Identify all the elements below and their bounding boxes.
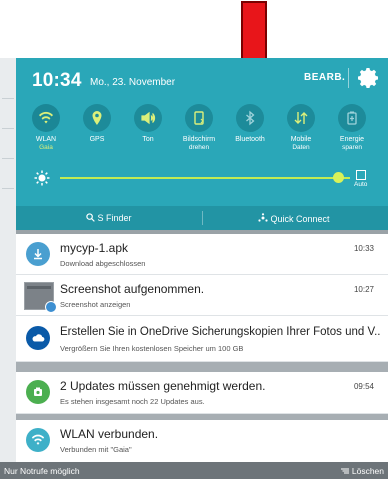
power-saving-icon [347,111,357,125]
background-app [0,58,16,462]
notification-title: WLAN verbunden. [60,427,159,441]
toggle-sublabel: sparen [342,144,362,151]
notification-subtitle: Screenshot anzeigen [60,300,131,309]
toggle-label: Energie [339,136,365,143]
clear-icon [341,468,350,474]
location-icon [92,111,102,125]
quick-connect-button[interactable]: Quick Connect [258,213,330,224]
notification-title: Screenshot aufgenommen. [60,282,205,296]
screenshot-thumbnail-icon [24,282,57,313]
toggle-sublabel: Daten [292,144,310,151]
notification-title: Erstellen Sie in OneDrive Sicherungskopi… [60,326,381,338]
rotate-icon [194,111,204,125]
quick-connect-label: Quick Connect [270,214,330,224]
toggle-label: WLAN [35,136,57,143]
toggle-sound[interactable]: Ton [122,104,174,144]
brightness-slider-handle[interactable] [333,172,345,183]
status-bar: Nur Notrufe möglich Löschen [0,462,388,479]
notification-panel: 10:34 Mo., 23. November BEARB. WLAN Gaia… [16,58,388,462]
clock: 10:34 [32,70,82,91]
finder-bar: S Finder Quick Connect [16,206,388,230]
notification-subtitle: Es stehen insgesamt noch 22 Updates aus. [60,397,205,406]
quick-connect-icon [258,213,268,222]
auto-brightness-checkbox[interactable] [356,170,366,180]
download-icon [26,242,50,266]
divider [16,362,388,372]
toggle-gps[interactable]: GPS [71,104,123,144]
search-icon [86,213,95,222]
notification-title: 2 Updates müssen genehmigt werden. [60,379,266,393]
date-label: Mo., 23. November [90,77,176,88]
edit-button[interactable]: BEARB. [304,72,345,83]
notification-subtitle: Verbunden mit "Gaia" [60,445,132,454]
notification-onedrive[interactable]: Erstellen Sie in OneDrive Sicherungskopi… [16,316,388,362]
clear-label: Löschen [351,466,384,476]
notification-time: 10:33 [353,244,374,253]
emergency-only-label: Nur Notrufe möglich [4,466,80,476]
sun-icon [34,170,50,186]
notification-title: mycyp-1.apk [60,241,129,255]
notification-subtitle: Download abgeschlossen [60,259,146,268]
onedrive-icon [26,326,50,350]
brightness-control: Auto [16,170,388,198]
s-finder-button[interactable]: S Finder [86,213,132,223]
toggle-bluetooth[interactable]: Bluetooth [224,104,276,144]
auto-brightness-label: Auto [354,181,368,188]
wifi-icon [26,428,50,452]
toggle-label: Bildschirm [182,136,216,143]
toggle-rotate[interactable]: Bildschirm drehen [173,104,225,152]
bluetooth-icon [246,110,255,126]
toggle-mobile-data[interactable]: Mobile Daten [275,104,327,152]
toggle-sublabel: drehen [188,144,210,151]
sound-icon [141,111,156,125]
toggle-power-saving[interactable]: Energie sparen [326,104,378,152]
wifi-icon [39,111,53,124]
notification-updates[interactable]: 2 Updates müssen genehmigt werden. Es st… [16,372,388,414]
notification-time: 10:27 [353,285,374,294]
quick-settings: 10:34 Mo., 23. November BEARB. WLAN Gaia… [16,58,388,206]
s-finder-label: S Finder [97,213,132,223]
notification-time: 09:54 [353,382,374,391]
notification-wlan[interactable]: WLAN verbunden. Verbunden mit "Gaia" [16,420,388,462]
brightness-slider-track[interactable] [60,177,350,179]
notification-subtitle: Vergrößern Sie Ihren kostenlosen Speiche… [60,344,244,353]
toggle-wlan[interactable]: WLAN Gaia [20,104,72,152]
divider [348,68,349,88]
toggle-label: Ton [142,136,154,143]
toggle-label: Bluetooth [235,136,265,143]
notification-download[interactable]: mycyp-1.apk Download abgeschlossen 10:33 [16,234,388,275]
clear-button[interactable]: Löschen [341,466,384,476]
quick-toggles: WLAN Gaia GPS Ton Bildschirm drehen Blue… [16,104,388,166]
update-icon [26,380,50,404]
toggle-label: GPS [89,136,105,143]
notification-screenshot[interactable]: Screenshot aufgenommen. Screenshot anzei… [16,275,388,316]
mobile-data-icon [294,112,308,124]
toggle-sublabel: Gaia [39,144,53,151]
toggle-label: Mobile [290,136,312,143]
divider [202,211,203,225]
gear-icon[interactable] [357,66,381,90]
